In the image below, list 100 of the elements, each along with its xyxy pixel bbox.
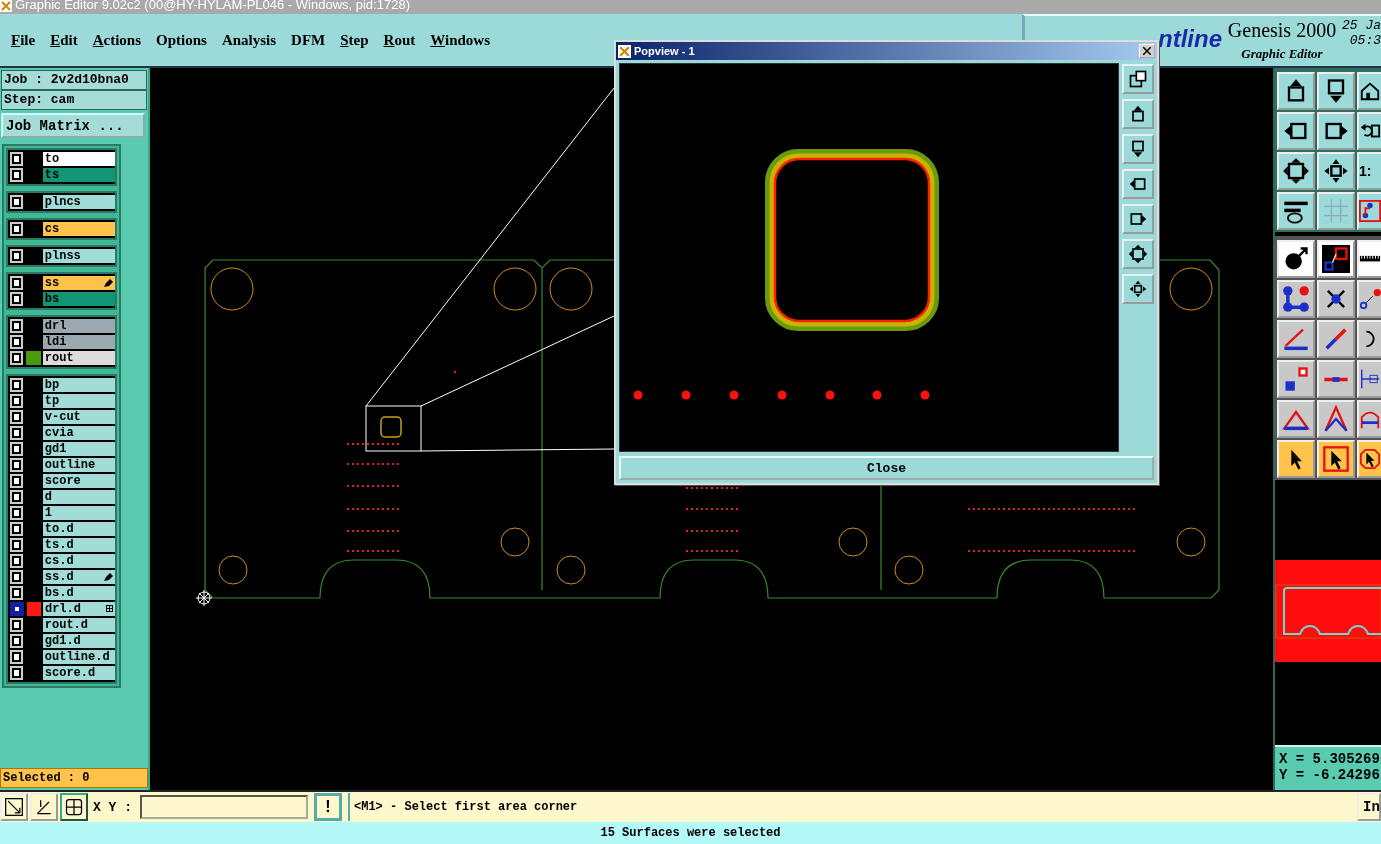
view-button[interactable] — [1122, 99, 1154, 129]
layer-checkbox[interactable] — [12, 412, 22, 422]
view-button[interactable] — [1122, 64, 1154, 94]
layer-name[interactable]: ts.d — [42, 538, 115, 552]
menu-item[interactable]: File — [11, 31, 36, 49]
toolbar-button[interactable] — [1317, 152, 1355, 190]
layer-name[interactable]: to.d — [42, 522, 115, 536]
layer-name[interactable]: cvia — [42, 426, 115, 440]
layer-name[interactable]: d — [42, 490, 115, 504]
toolbar-button[interactable] — [1277, 72, 1315, 110]
layer-checkbox[interactable] — [12, 476, 22, 486]
layer-checkbox[interactable] — [12, 620, 22, 630]
layer-checkbox[interactable] — [12, 224, 22, 234]
toolbar-button[interactable] — [1317, 112, 1355, 150]
layer-name[interactable]: to — [42, 152, 115, 166]
menu-item[interactable]: DFM — [291, 31, 326, 49]
toolbar-button[interactable] — [1357, 440, 1381, 478]
command-button[interactable]: In — [1357, 793, 1381, 821]
layer-checkbox[interactable] — [12, 524, 22, 534]
layer-name[interactable]: rout.d — [42, 618, 115, 632]
menu-item[interactable]: Windows — [430, 31, 491, 49]
layer-name[interactable]: score — [42, 474, 115, 488]
toolbar-button[interactable] — [1317, 320, 1355, 358]
view-button[interactable] — [1122, 274, 1154, 304]
view-button[interactable] — [1122, 134, 1154, 164]
layer-name[interactable]: ss.d — [42, 570, 115, 584]
layer-checkbox[interactable] — [12, 460, 22, 470]
layer-checkbox[interactable] — [12, 636, 22, 646]
layer-name[interactable]: rout — [42, 351, 115, 365]
menu-item[interactable]: Rout — [383, 31, 416, 49]
menu-item[interactable]: Analysis — [221, 31, 277, 49]
toolbar-button[interactable] — [1357, 320, 1381, 358]
toolbar-button[interactable] — [1277, 112, 1315, 150]
layer-name[interactable]: ldi — [42, 335, 115, 349]
layer-name[interactable]: score.d — [42, 666, 115, 680]
toolbar-button[interactable] — [1317, 280, 1355, 318]
toolbar-button[interactable] — [1277, 280, 1315, 318]
toolbar-button[interactable] — [1317, 240, 1355, 278]
toolbar-button[interactable] — [1277, 440, 1315, 478]
layer-name[interactable]: cs — [42, 222, 115, 236]
layer-name[interactable]: bs.d — [42, 586, 115, 600]
xy-input-field[interactable] — [140, 795, 308, 819]
grid-snap-button[interactable] — [60, 793, 88, 821]
toolbar-button[interactable] — [1317, 72, 1355, 110]
angle-button[interactable] — [30, 793, 58, 821]
layer-name[interactable]: tp — [42, 394, 115, 408]
layer-checkbox[interactable] — [12, 588, 22, 598]
layer-name[interactable]: outline — [42, 458, 115, 472]
toolbar-button[interactable] — [1357, 280, 1381, 318]
toolbar-button[interactable] — [1317, 360, 1355, 398]
layer-checkbox[interactable] — [12, 668, 22, 678]
toolbar-button[interactable] — [1317, 440, 1355, 478]
layer-checkbox[interactable] — [12, 321, 22, 331]
job-matrix-button[interactable]: Job Matrix ... — [1, 113, 145, 138]
toolbar-button[interactable] — [1277, 360, 1315, 398]
layer-checkbox[interactable] — [12, 492, 22, 502]
toolbar-button[interactable] — [1277, 152, 1315, 190]
layer-checkbox[interactable] — [12, 380, 22, 390]
layer-name[interactable]: v-cut — [42, 410, 115, 424]
layer-name[interactable]: bs — [42, 292, 115, 306]
layer-name[interactable]: ss — [42, 276, 115, 290]
layer-name[interactable]: plncs — [42, 195, 115, 209]
toolbar-button[interactable] — [1357, 192, 1381, 230]
toolbar-button[interactable]: 1: — [1357, 152, 1381, 190]
layer-checkbox[interactable] — [12, 396, 22, 406]
toolbar-button[interactable] — [1357, 400, 1381, 438]
layer-name[interactable]: cs.d — [42, 554, 115, 568]
zoom-area-button[interactable] — [0, 793, 28, 821]
view-button[interactable] — [1122, 239, 1154, 269]
toolbar-button[interactable] — [1277, 320, 1315, 358]
close-button[interactable]: Close — [619, 456, 1154, 480]
close-button[interactable] — [1139, 44, 1155, 58]
view-button[interactable] — [1122, 169, 1154, 199]
layer-name[interactable]: outline.d — [42, 650, 115, 664]
layer-name[interactable]: drl — [42, 319, 115, 333]
toolbar-button[interactable] — [1357, 72, 1381, 110]
layer-checkbox[interactable] — [12, 353, 22, 363]
layer-name[interactable]: gd1.d — [42, 634, 115, 648]
layer-name[interactable]: plnss — [42, 249, 115, 263]
layer-name[interactable]: ts — [42, 168, 115, 182]
layer-name[interactable]: drl.d — [42, 602, 115, 616]
toolbar-button[interactable] — [1277, 192, 1315, 230]
layer-checkbox[interactable] — [12, 428, 22, 438]
layer-checkbox[interactable] — [12, 154, 22, 164]
layer-checkbox[interactable] — [12, 572, 22, 582]
layer-checkbox[interactable] — [12, 197, 22, 207]
layer-checkbox[interactable] — [12, 170, 22, 180]
toolbar-button[interactable] — [1357, 360, 1381, 398]
layer-checkbox[interactable] — [12, 652, 22, 662]
layer-checkbox[interactable] — [12, 444, 22, 454]
layer-checkbox[interactable] — [12, 337, 22, 347]
layer-name[interactable]: 1 — [42, 506, 115, 520]
layer-checkbox[interactable] — [12, 540, 22, 550]
alert-button[interactable]: ! — [314, 793, 342, 821]
menu-item[interactable]: Actions — [92, 31, 142, 49]
layer-checkbox[interactable] — [12, 251, 22, 261]
view-button[interactable] — [1122, 204, 1154, 234]
layer-checkbox[interactable] — [12, 278, 22, 288]
toolbar-button[interactable] — [1357, 240, 1381, 278]
layer-checkbox[interactable] — [12, 604, 22, 614]
